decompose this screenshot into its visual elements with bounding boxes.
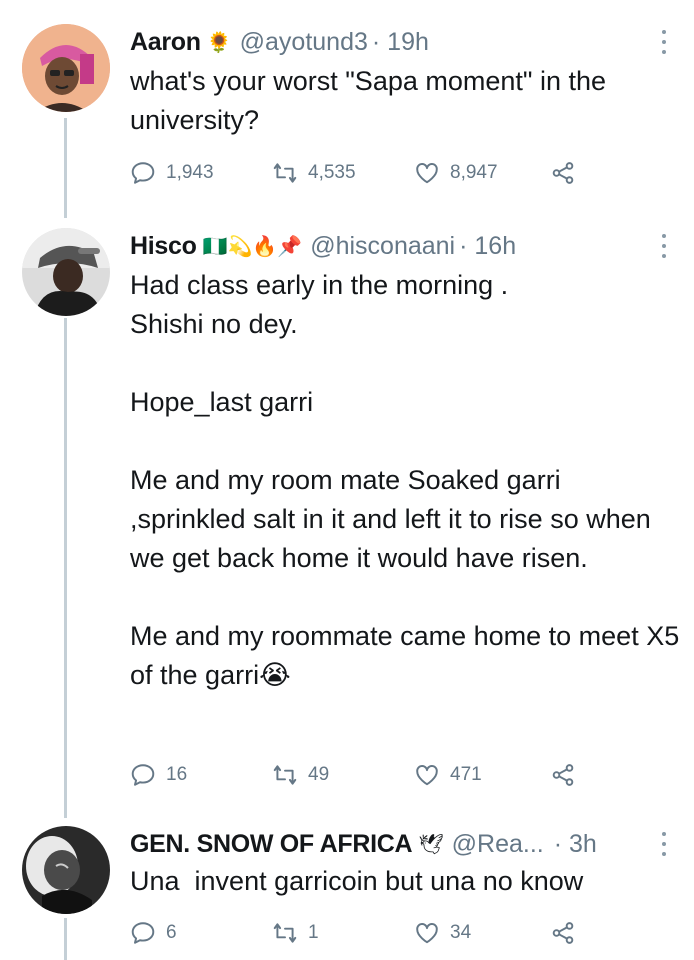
like-button[interactable]: 8,947: [414, 156, 498, 190]
retweet-icon: [273, 163, 297, 183]
like-count: 8,947: [450, 162, 498, 183]
user-handle[interactable]: @ayotund3: [240, 28, 368, 57]
tweet-line: Hope_last garri: [130, 387, 314, 417]
tweet-text: what's your worst "Sapa moment" in the u…: [130, 62, 680, 140]
tweet[interactable]: Hisco 🇳🇬💫🔥📌 @hisconaani · 16h Had class …: [0, 210, 694, 820]
reply-button[interactable]: 1,943: [130, 156, 214, 190]
share-button[interactable]: [550, 758, 576, 792]
avatar[interactable]: [22, 24, 110, 112]
reply-icon: [131, 764, 155, 786]
user-handle[interactable]: @hisconaani: [310, 232, 455, 261]
name-emoji: 🌻: [206, 31, 232, 54]
display-name[interactable]: Hisco: [130, 232, 197, 261]
tweet-text: Had class early in the morning . Shishi …: [130, 266, 680, 695]
retweet-count: 1: [308, 922, 319, 943]
heart-icon: [416, 163, 438, 184]
retweet-button[interactable]: 4,535: [272, 156, 356, 190]
reply-icon: [131, 162, 155, 184]
share-button[interactable]: [550, 156, 576, 190]
timestamp[interactable]: · 3h: [554, 830, 597, 859]
share-icon: [552, 764, 574, 786]
timestamp[interactable]: · 16h: [459, 232, 516, 261]
heart-icon: [416, 923, 438, 944]
tweet-line: Had class early in the morning .: [130, 270, 509, 300]
name-emoji: 🇳🇬💫🔥📌: [202, 235, 303, 258]
action-bar: 6 1 34: [130, 916, 600, 950]
reply-count: 16: [166, 764, 188, 785]
action-bar: 16 49 471: [130, 758, 600, 792]
name-emoji: 🕊: [418, 833, 444, 856]
avatar[interactable]: [22, 228, 110, 316]
tweet-line: Una invent garricoin but una no know: [130, 866, 584, 896]
reply-count: 6: [166, 922, 177, 943]
retweet-count: 4,535: [308, 162, 356, 183]
display-name[interactable]: GEN. SNOW OF AFRICA: [130, 830, 413, 859]
reply-button[interactable]: 16: [130, 758, 187, 792]
retweet-icon: [273, 765, 297, 785]
avatar-image: [22, 228, 110, 316]
tweet[interactable]: Aaron 🌻 @ayotund3 · 19h what's your wors…: [0, 0, 694, 210]
retweet-icon: [273, 923, 297, 943]
user-handle[interactable]: @Rea...: [452, 830, 544, 859]
tweet-line: what's your worst "Sapa moment" in the u…: [130, 66, 607, 135]
tweet-line: Me and my roommate came home to meet X5 …: [130, 621, 680, 690]
tweet-line: Me and my room mate Soaked garri ,sprink…: [130, 465, 651, 573]
display-name[interactable]: Aaron: [130, 28, 201, 57]
share-button[interactable]: [550, 916, 576, 950]
like-button[interactable]: 471: [414, 758, 482, 792]
retweet-count: 49: [308, 764, 330, 785]
tweet-line: Shishi no dey.: [130, 309, 298, 339]
share-icon: [552, 922, 574, 944]
reply-count: 1,943: [166, 162, 214, 183]
avatar[interactable]: [22, 826, 110, 914]
share-icon: [552, 162, 574, 184]
timestamp[interactable]: · 19h: [372, 28, 429, 57]
avatar-image: [22, 24, 110, 112]
reply-icon: [131, 922, 155, 944]
heart-icon: [416, 765, 438, 786]
more-options-icon[interactable]: [654, 28, 674, 56]
reply-button[interactable]: 6: [130, 916, 177, 950]
like-button[interactable]: 34: [414, 916, 471, 950]
more-options-icon[interactable]: [654, 232, 674, 260]
tweet-text: Una invent garricoin but una no know: [130, 862, 680, 901]
tweet[interactable]: GEN. SNOW OF AFRICA 🕊 @Rea... · 3h Una i…: [0, 810, 694, 960]
retweet-button[interactable]: 1: [272, 916, 319, 950]
retweet-button[interactable]: 49: [272, 758, 329, 792]
action-bar: 1,943 4,535 8,947: [130, 156, 600, 190]
more-options-icon[interactable]: [654, 830, 674, 858]
avatar-image: [22, 826, 110, 914]
like-count: 471: [450, 764, 482, 785]
like-count: 34: [450, 922, 472, 943]
